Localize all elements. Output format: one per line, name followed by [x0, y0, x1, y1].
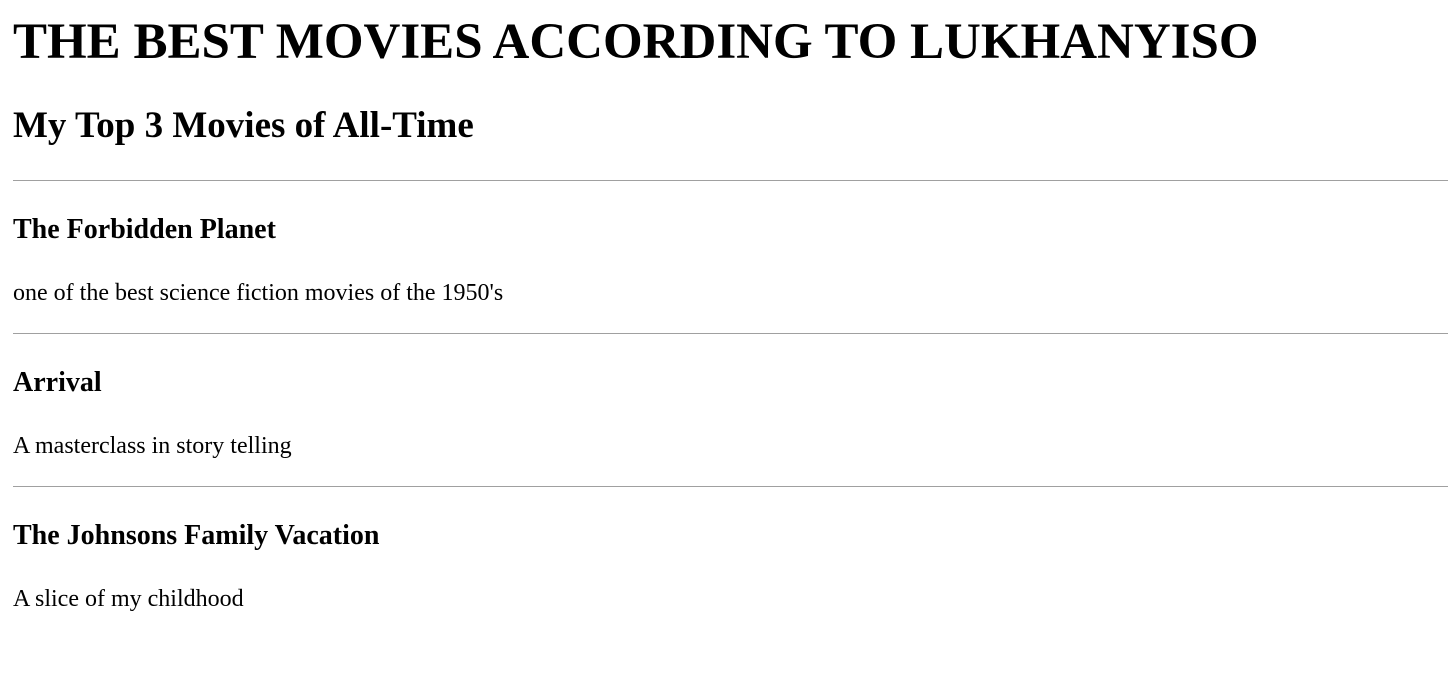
movie-description-arrival: A masterclass in story telling [13, 433, 292, 459]
divider [13, 180, 1448, 181]
movie-description-johnsons-family-vacation: A slice of my childhood [13, 586, 244, 612]
movie-title-arrival: Arrival [13, 367, 102, 398]
movie-description-forbidden-planet: one of the best science fiction movies o… [13, 280, 504, 306]
page: THE BEST MOVIES ACCORDING TO LUKHANYISO … [0, 0, 1448, 680]
section-title: My Top 3 Movies of All-Time [13, 105, 474, 146]
divider [13, 486, 1448, 487]
movie-title-forbidden-planet: The Forbidden Planet [13, 214, 276, 245]
movie-title-johnsons-family-vacation: The Johnsons Family Vacation [13, 520, 380, 551]
divider [13, 333, 1448, 334]
page-title: THE BEST MOVIES ACCORDING TO LUKHANYISO [13, 14, 1259, 70]
